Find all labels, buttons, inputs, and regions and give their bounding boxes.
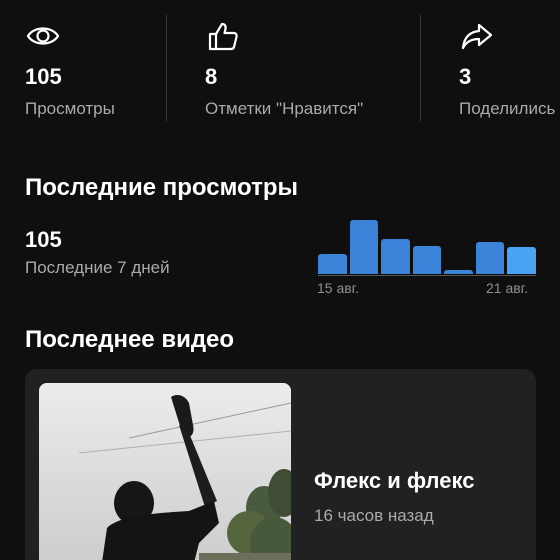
shares-count: 3 [459, 64, 472, 89]
video-title[interactable]: Флекс и флекс [314, 468, 474, 494]
recent-views-chart[interactable] [318, 218, 536, 274]
views-count: 105 [25, 64, 62, 89]
chart-bar[interactable] [318, 253, 347, 274]
stat-views[interactable]: 105 Просмотры [25, 0, 165, 125]
analytics-page: 105 Просмотры 8 Отметки "Нравится" 3 Под… [0, 0, 560, 560]
likes-count: 8 [205, 64, 218, 89]
video-age: 16 часов назад [314, 506, 434, 525]
chart-bar[interactable] [349, 220, 379, 274]
recent-views-count: 105 [25, 227, 62, 252]
video-stats-icon [314, 552, 384, 560]
likes-label: Отметки "Нравится" [205, 99, 364, 118]
recent-views-title: Последние просмотры [25, 174, 298, 201]
recent-views-period: Последние 7 дней [25, 258, 170, 277]
stats-row: 105 Просмотры 8 Отметки "Нравится" 3 Под… [0, 0, 560, 130]
chart-bar[interactable] [475, 241, 505, 274]
latest-video-card[interactable]: Флекс и флекс 16 часов назад [25, 369, 536, 560]
chart-tick-end: 21 авг. [486, 280, 528, 296]
chart-bar[interactable] [381, 239, 410, 274]
stat-shares[interactable]: 3 Поделились [459, 0, 560, 125]
stats-divider [420, 15, 421, 121]
video-thumbnail[interactable] [39, 383, 291, 560]
chart-tick-start: 15 авг. [317, 280, 359, 296]
latest-video-title: Последнее видео [25, 326, 235, 353]
eye-icon [26, 27, 60, 45]
chart-bar[interactable] [444, 269, 473, 274]
stats-divider [166, 15, 167, 121]
chart-baseline [318, 275, 536, 276]
stat-likes[interactable]: 8 Отметки "Нравится" [205, 0, 415, 125]
share-arrow-icon [461, 23, 493, 50]
thumbnail-image [39, 383, 291, 560]
thumbs-up-icon [208, 22, 238, 51]
chart-bar[interactable] [507, 247, 536, 274]
shares-label: Поделились [459, 99, 556, 118]
chart-bar[interactable] [412, 246, 442, 274]
views-label: Просмотры [25, 99, 115, 118]
